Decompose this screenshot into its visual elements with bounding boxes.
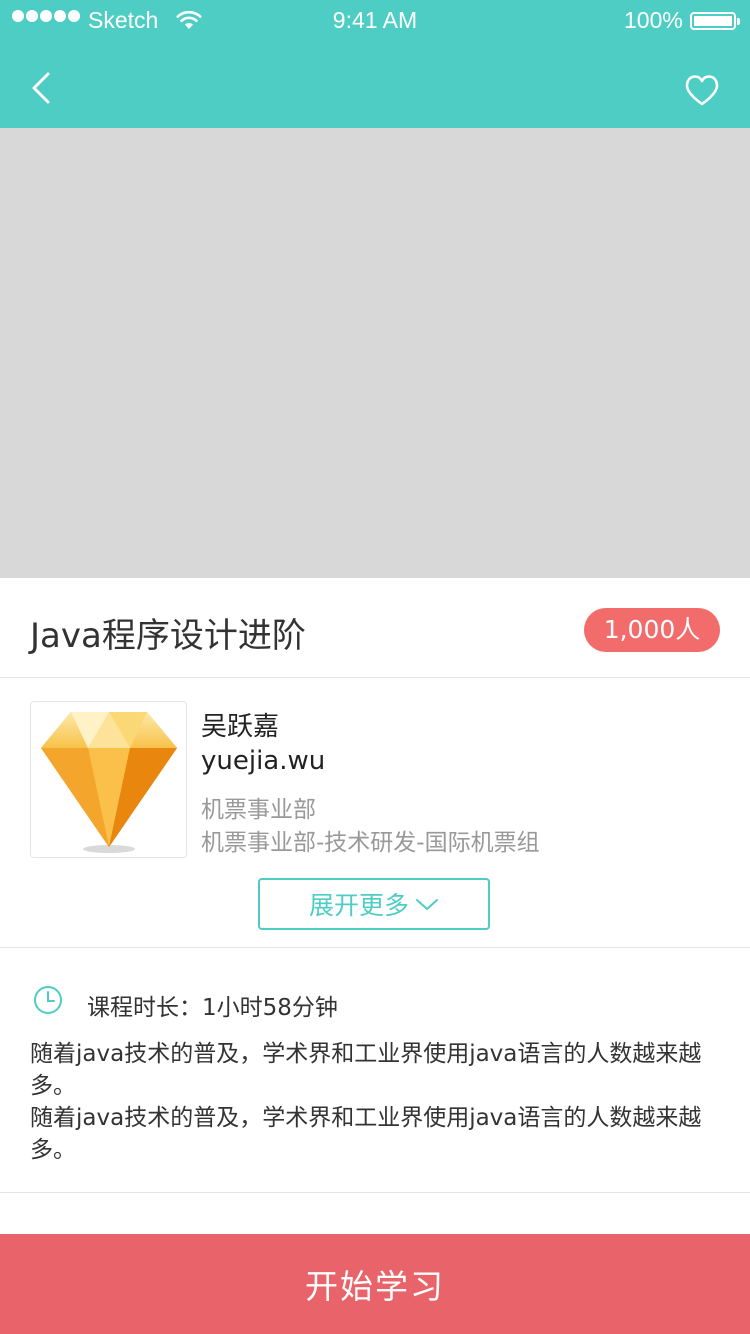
start-learning-label: 开始学习 [305, 1267, 445, 1306]
battery-percentage: 100% [624, 7, 683, 33]
app-header: Sketch 9:41 AM 100% [0, 0, 750, 128]
teacher-account: yuejia.wu [201, 746, 326, 776]
description-paragraph: 随着java技术的普及，学术界和工业界使用java语言的人数越来越多。 [30, 1105, 702, 1163]
enrollment-badge: 1,000人 [584, 608, 720, 652]
teacher-group: 机票事业部-技术研发-国际机票组 [201, 830, 540, 856]
back-icon[interactable] [24, 64, 60, 112]
start-learning-button[interactable]: 开始学习 [0, 1234, 750, 1334]
duration-label: 课程时长： [87, 995, 202, 1021]
heart-icon[interactable] [682, 70, 722, 110]
duration-value: 1小时58分钟 [202, 995, 338, 1021]
course-duration: 课程时长：1小时58分钟 [87, 988, 338, 1022]
chevron-down-icon [416, 899, 438, 910]
sketch-logo-icon [41, 712, 177, 853]
course-cover-image [0, 128, 750, 578]
course-detail: 课程时长：1小时58分钟 随着java技术的普及，学术界和工业界使用java语言… [0, 948, 750, 1193]
teacher-name: 吴跃嘉 [201, 712, 280, 742]
expand-more-label: 展开更多 [308, 891, 409, 920]
course-title: Java程序设计进阶 [30, 616, 306, 656]
battery-icon [690, 12, 740, 30]
teacher-card: 吴跃嘉 yuejia.wu 机票事业部 机票事业部-技术研发-国际机票组 展开更… [0, 678, 750, 948]
expand-more-button[interactable]: 展开更多 [258, 878, 490, 930]
teacher-avatar [30, 701, 187, 858]
course-description: 随着java技术的普及，学术界和工业界使用java语言的人数越来越多。 随着ja… [30, 1038, 720, 1166]
clock-icon [34, 986, 62, 1014]
status-bar: Sketch 9:41 AM 100% [0, 0, 750, 40]
course-title-row: Java程序设计进阶 1,000人 [0, 578, 750, 678]
teacher-department: 机票事业部 [201, 797, 316, 823]
description-paragraph: 随着java技术的普及，学术界和工业界使用java语言的人数越来越多。 [30, 1041, 702, 1099]
